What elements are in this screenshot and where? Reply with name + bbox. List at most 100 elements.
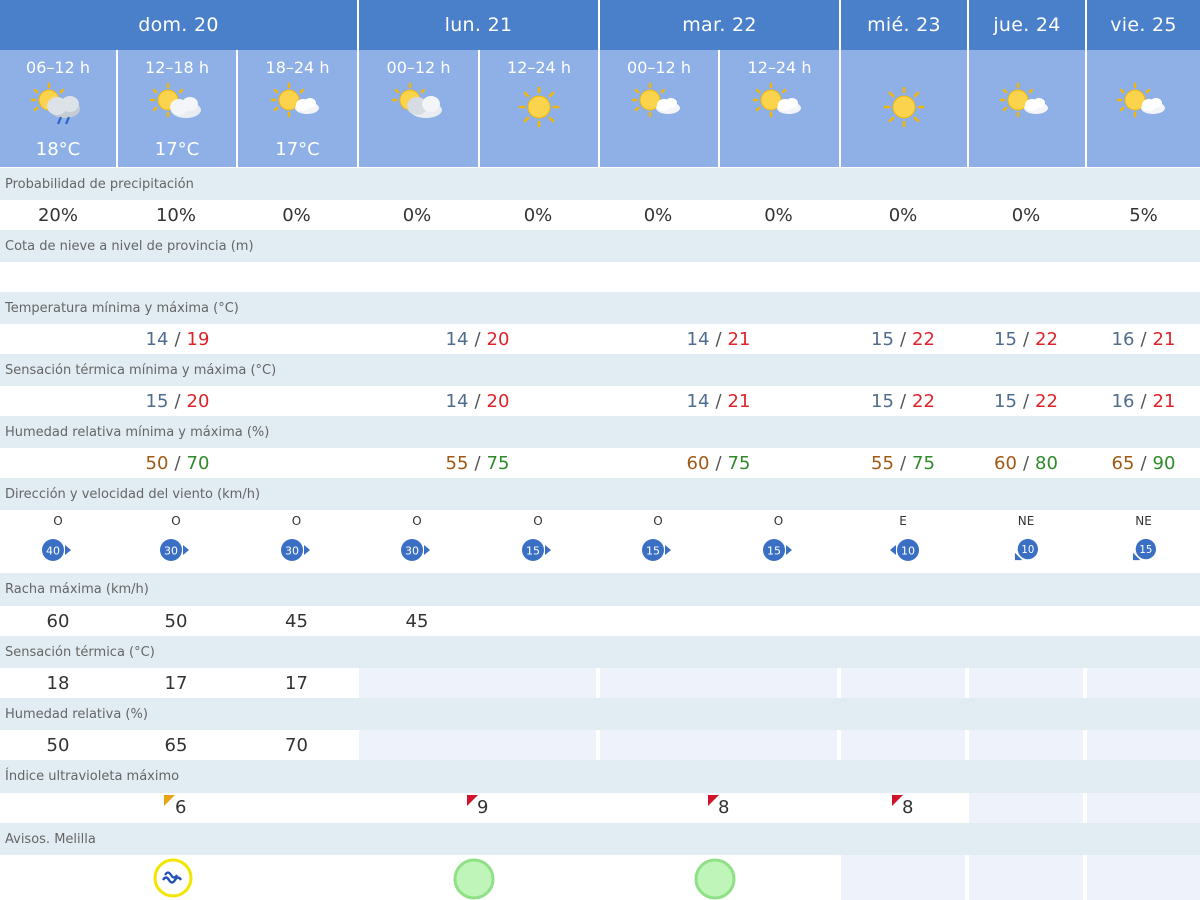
period-label: 12–18 h — [145, 58, 209, 77]
aviso-cell — [0, 855, 355, 900]
wind-direction: O — [412, 514, 422, 528]
wind-cell: O 30 — [359, 510, 475, 573]
row-label: Índice ultravioleta máximo — [5, 769, 180, 784]
gust-cell — [841, 606, 965, 636]
period-temperature: 17°C — [154, 139, 200, 160]
gust-cell: 45 — [359, 606, 475, 636]
green-circle-icon[interactable] — [453, 858, 495, 900]
wind-cell: NE 15 — [1087, 510, 1200, 573]
day-header[interactable]: mié. 23 — [841, 0, 967, 50]
feel-minmax-cell: 15/20 — [0, 386, 355, 416]
aviso-cell — [359, 855, 596, 900]
gust-cell: 45 — [238, 606, 355, 636]
row-label: Sensación térmica (°C) — [5, 645, 155, 660]
period-cell: 12–24 h — [720, 50, 839, 167]
snow-cell — [1087, 262, 1200, 292]
precip-cell: 0% — [969, 200, 1083, 230]
precip-cell: 0% — [359, 200, 475, 230]
wind-speed: 10 — [901, 545, 915, 558]
feel-min: 15 — [871, 390, 894, 412]
row-label: Cota de nieve a nivel de provincia (m) — [5, 239, 254, 254]
wind-direction: O — [533, 514, 543, 528]
row-label-band: Temperatura mínima y máxima (°C) — [0, 292, 1200, 324]
period-cell: 12–24 h — [480, 50, 598, 167]
feel-max: 21 — [1152, 390, 1176, 412]
humidity-min: 60 — [686, 452, 710, 474]
temp-max: 19 — [186, 328, 210, 350]
row-label: Probabilidad de precipitación — [5, 177, 194, 192]
temp-max: 20 — [486, 328, 510, 350]
period-label: 06–12 h — [26, 58, 90, 77]
wind-cell: O 15 — [480, 510, 596, 573]
sun-icon — [883, 87, 925, 128]
row-label-band: Humedad relativa (%) — [0, 698, 1200, 730]
day-header[interactable]: mar. 22 — [600, 0, 839, 50]
period-label: 18–24 h — [265, 58, 330, 77]
wind-speed: 30 — [405, 545, 419, 558]
feel-cell — [841, 668, 965, 698]
wind-arrow-right-icon: 15 — [642, 539, 671, 561]
temp-minmax-cell: 14/20 — [359, 324, 596, 354]
wind-cell: E 10 — [841, 510, 965, 573]
feel-max: 20 — [486, 390, 510, 412]
wind-speed: 15 — [526, 545, 540, 558]
wind-speed: 30 — [164, 545, 178, 558]
temp-min: 15 — [871, 328, 894, 350]
humidity-minmax-cell: 55/75 — [359, 448, 596, 478]
aviso-cell — [600, 855, 837, 900]
period-cell: 06–12 h 18°C — [0, 50, 116, 167]
humidity-min: 60 — [994, 452, 1017, 474]
wind-direction: O — [171, 514, 181, 528]
feel-minmax-cell: 14/21 — [600, 386, 837, 416]
row-label: Avisos. Melilla — [5, 832, 96, 847]
feel-cell: 18 — [0, 668, 116, 698]
yellow-coastal-warning-icon[interactable] — [153, 858, 193, 898]
uv-value: 6 — [175, 797, 187, 818]
aviso-cell — [1087, 855, 1200, 900]
uv-cell — [1087, 793, 1200, 823]
gust-cell: 50 — [118, 606, 234, 636]
wind-speed: 30 — [285, 545, 299, 558]
feel-minmax-cell: 15/22 — [969, 386, 1083, 416]
period-label: 12–24 h — [747, 58, 812, 77]
day-header[interactable]: jue. 24 — [969, 0, 1085, 50]
temp-min: 14 — [686, 328, 710, 350]
feel-min: 14 — [445, 390, 469, 412]
sun-cloud-icon — [391, 82, 442, 118]
row-label-band: Humedad relativa mínima y máxima (%) — [0, 416, 1200, 448]
day-header[interactable]: vie. 25 — [1087, 0, 1200, 50]
wind-speed: 15 — [646, 545, 660, 558]
day-header[interactable]: lun. 21 — [359, 0, 598, 50]
feel-max: 20 — [186, 390, 210, 412]
gust-cell — [480, 606, 596, 636]
feel-cell: 17 — [118, 668, 234, 698]
humidity-cell: 65 — [118, 730, 234, 760]
gust-cell — [969, 606, 1083, 636]
period-cell: 18–24 h 17°C — [238, 50, 357, 167]
period-label: 00–12 h — [627, 58, 691, 77]
row-label-band: Sensación térmica mínima y máxima (°C) — [0, 354, 1200, 386]
sun-cloud-icon — [1116, 82, 1165, 118]
feel-min: 15 — [145, 390, 169, 412]
feel-max: 22 — [1035, 390, 1058, 412]
uv-value: 8 — [718, 797, 730, 818]
uv-cell: 8 — [600, 793, 837, 823]
day-header[interactable]: dom. 20 — [0, 0, 357, 50]
wind-cell: O 30 — [118, 510, 234, 573]
sun-cloud-icon — [752, 82, 801, 118]
aviso-cell — [841, 855, 965, 900]
aviso-cell — [969, 855, 1083, 900]
gust-cell — [1087, 606, 1200, 636]
temp-min: 15 — [994, 328, 1017, 350]
feel-max: 22 — [912, 390, 935, 412]
temp-minmax-cell: 14/19 — [0, 324, 355, 354]
green-circle-icon[interactable] — [694, 858, 736, 900]
sun-icon — [518, 87, 560, 128]
snow-cell — [969, 262, 1083, 292]
wind-direction: O — [653, 514, 663, 528]
row-label: Humedad relativa (%) — [5, 707, 148, 722]
wind-direction: O — [291, 514, 302, 528]
wind-arrow-down-left-icon: 10 — [1014, 538, 1038, 561]
wind-arrow-right-icon: 30 — [160, 539, 189, 561]
row-label: Sensación térmica mínima y máxima (°C) — [5, 363, 277, 378]
